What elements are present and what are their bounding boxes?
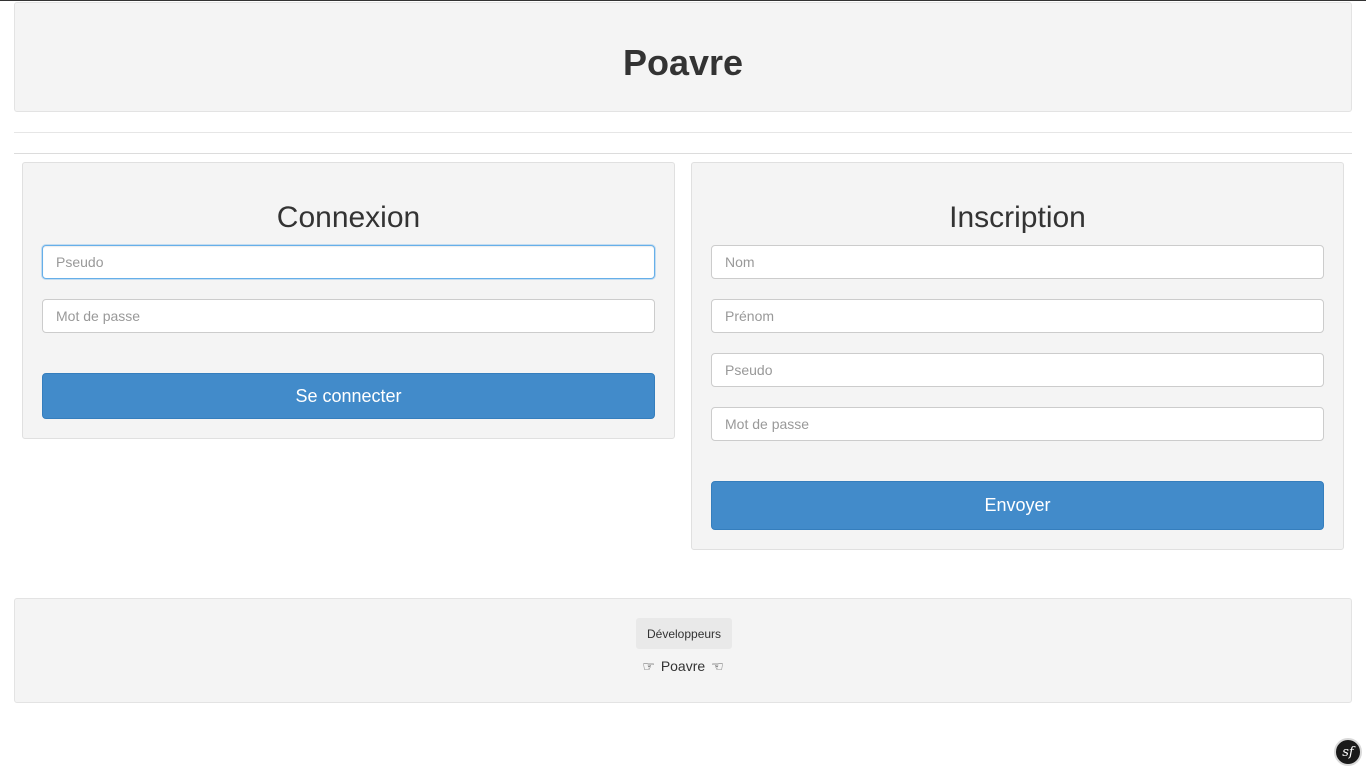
footer-credit: ☞ Poavre ☜ [15, 658, 1351, 675]
pointing-right-hand-icon: ☞ [642, 659, 655, 675]
divider [14, 132, 1352, 133]
site-header: Poavre [14, 2, 1352, 112]
developers-label: Développeurs [647, 626, 722, 641]
login-password-input[interactable] [42, 299, 655, 333]
signup-username-input[interactable] [711, 353, 1324, 387]
divider [14, 153, 1352, 154]
login-username-input[interactable] [42, 245, 655, 279]
login-submit-button[interactable]: Se connecter [42, 373, 655, 419]
pointing-left-hand-icon: ☜ [711, 659, 724, 675]
symfony-debug-toolbar-icon[interactable]: sf [1334, 738, 1362, 766]
login-title: Connexion [276, 201, 421, 234]
signup-lastname-input[interactable] [711, 245, 1324, 279]
credit-text: Poavre [660, 658, 706, 674]
login-panel: Connexion Se connecter [22, 162, 675, 439]
signup-title: Inscription [949, 201, 1086, 234]
developers-badge[interactable]: Développeurs [636, 618, 733, 649]
site-title: Poavre [622, 42, 744, 83]
signup-panel: Inscription Envoyer [691, 162, 1344, 550]
signup-password-input[interactable] [711, 407, 1324, 441]
site-footer: Développeurs ☞ Poavre ☜ [14, 598, 1352, 703]
symfony-logo-text: sf [1342, 744, 1354, 760]
signup-submit-button[interactable]: Envoyer [711, 481, 1324, 530]
top-border [0, 0, 1366, 1]
signup-firstname-input[interactable] [711, 299, 1324, 333]
